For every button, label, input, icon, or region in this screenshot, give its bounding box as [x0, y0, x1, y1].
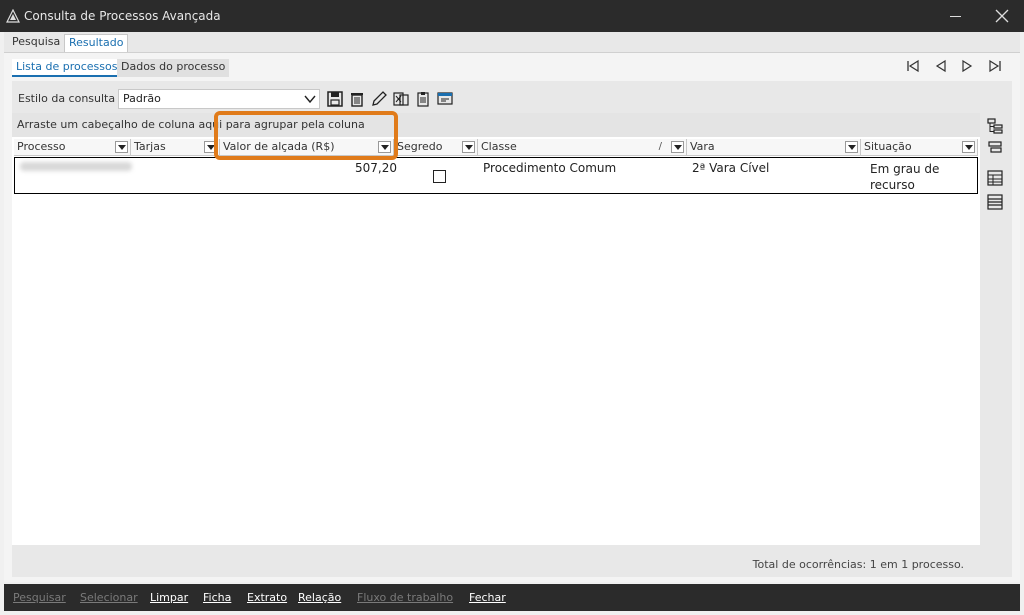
sort-indicator-icon: / — [658, 141, 662, 152]
style-toolbar: Estilo da consulta Padrão — [18, 89, 618, 109]
column-header-tarjas[interactable]: Tarjas — [131, 139, 220, 156]
cell-classe: Procedimento Comum — [483, 161, 617, 175]
ficha-button[interactable]: Ficha — [203, 591, 231, 604]
last-record-icon[interactable] — [988, 59, 1002, 73]
fechar-button[interactable]: Fechar — [469, 591, 506, 604]
column-label: Vara — [690, 140, 715, 153]
record-navigation — [906, 59, 1006, 75]
title-bar: Consulta de Processos Avançada — [0, 0, 1024, 32]
pesquisar-button[interactable]: Pesquisar — [13, 591, 66, 604]
column-label: Processo — [17, 140, 66, 153]
column-filter-button[interactable] — [845, 141, 858, 153]
table-view-icon[interactable] — [986, 169, 1004, 187]
column-header-valor-de-alcada[interactable]: Valor de alçada (R$) — [220, 139, 394, 156]
column-filter-button[interactable] — [671, 141, 684, 153]
tab-pesquisa[interactable]: Pesquisa — [8, 34, 64, 52]
next-record-icon[interactable] — [960, 59, 974, 73]
limpar-button[interactable]: Limpar — [150, 591, 188, 604]
column-header-processo[interactable]: Processo — [14, 139, 131, 156]
column-label: Situação — [864, 140, 912, 153]
results-grid: Arraste um cabeçalho de coluna aqui para… — [12, 111, 980, 545]
close-icon[interactable] — [994, 8, 1010, 24]
relacao-button[interactable]: Relação — [298, 591, 341, 604]
tab-dados-do-processo[interactable]: Dados do processo — [117, 59, 230, 77]
edit-icon[interactable] — [370, 90, 388, 108]
column-header-classe[interactable]: Classe / — [478, 139, 687, 156]
group-by-hint: Arraste um cabeçalho de coluna aqui para… — [12, 113, 980, 137]
column-filter-button[interactable] — [962, 141, 975, 153]
column-header-vara[interactable]: Vara — [687, 139, 861, 156]
collapse-icon[interactable] — [986, 139, 1004, 157]
save-icon[interactable] — [326, 90, 344, 108]
segredo-checkbox[interactable] — [433, 170, 446, 183]
column-label: Classe — [481, 140, 517, 153]
app-logo-icon — [6, 9, 20, 23]
column-filter-button[interactable] — [115, 141, 128, 153]
export-icon[interactable] — [392, 90, 410, 108]
cell-valor-de-alcada: 507,20 — [355, 161, 397, 175]
minimize-button[interactable] — [948, 8, 964, 24]
column-label: Tarjas — [134, 140, 166, 153]
extrato-button[interactable]: Extrato — [247, 591, 287, 604]
window-title: Consulta de Processos Avançada — [24, 9, 221, 23]
action-bar: Pesquisar Selecionar Limpar Ficha Extrat… — [4, 584, 1020, 611]
outer-tab-strip: Pesquisa Resultado — [4, 32, 1020, 52]
tab-lista-de-processos[interactable]: Lista de processos — [12, 59, 122, 77]
window-icon[interactable] — [436, 90, 454, 108]
clipboard-icon[interactable] — [414, 90, 432, 108]
delete-icon[interactable] — [348, 90, 366, 108]
result-panel: Lista de processos Dados do processo Est… — [4, 52, 1020, 582]
processo-number-redacted — [20, 162, 132, 171]
list-view-icon[interactable] — [986, 193, 1004, 211]
first-record-icon[interactable] — [906, 59, 920, 73]
column-filter-button[interactable] — [204, 141, 217, 153]
style-select-value: Padrão — [123, 92, 161, 105]
cell-situacao: Em grau de recurso — [870, 162, 940, 192]
column-filter-button[interactable] — [462, 141, 475, 153]
style-select[interactable]: Padrão — [118, 89, 320, 109]
style-label: Estilo da consulta — [18, 92, 116, 105]
cell-vara: 2ª Vara Cível — [692, 161, 770, 175]
selecionar-button[interactable]: Selecionar — [80, 591, 138, 604]
column-label: Valor de alçada (R$) — [223, 140, 335, 153]
table-row[interactable]: 507,20 Procedimento Comum 2ª Vara Cível … — [14, 157, 978, 194]
previous-record-icon[interactable] — [934, 59, 948, 73]
chevron-down-icon — [304, 95, 316, 104]
content-area: Estilo da consulta Padrão Arraste um cab… — [12, 81, 1012, 577]
column-header-segredo[interactable]: Segredo — [394, 139, 478, 156]
column-label: Segredo — [397, 140, 443, 153]
column-filter-button[interactable] — [378, 141, 391, 153]
tab-resultado[interactable]: Resultado — [64, 34, 129, 52]
column-header-situacao[interactable]: Situação — [861, 139, 978, 156]
tree-view-icon[interactable] — [986, 117, 1004, 135]
total-occurrences: Total de ocorrências: 1 em 1 processo. — [752, 558, 964, 571]
fluxo-de-trabalho-button[interactable]: Fluxo de trabalho — [357, 591, 453, 604]
